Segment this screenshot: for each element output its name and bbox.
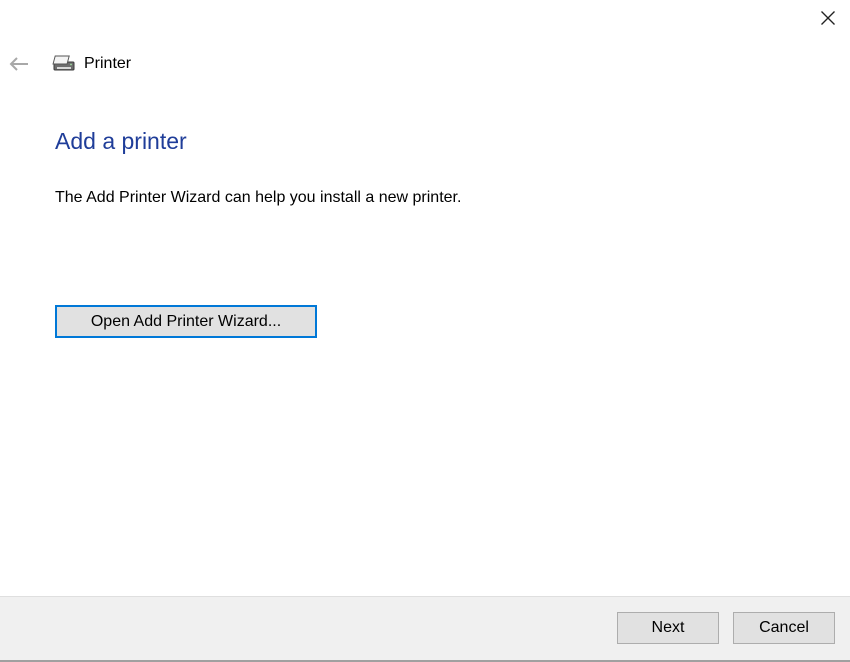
header-title: Printer	[84, 55, 132, 72]
next-button[interactable]: Next	[617, 612, 719, 644]
open-add-printer-wizard-button[interactable]: Open Add Printer Wizard...	[55, 305, 317, 338]
close-button[interactable]	[808, 0, 848, 36]
printer-icon	[52, 55, 75, 71]
footer-bar: Next Cancel	[0, 596, 850, 662]
description-text: The Add Printer Wizard can help you inst…	[55, 189, 462, 206]
back-arrow-icon	[9, 57, 28, 71]
back-button[interactable]	[4, 50, 34, 78]
add-printer-dialog: Printer Add a printer The Add Printer Wi…	[0, 0, 850, 662]
page-title: Add a printer	[55, 128, 187, 154]
cancel-button[interactable]: Cancel	[733, 612, 835, 644]
close-icon	[821, 11, 835, 25]
